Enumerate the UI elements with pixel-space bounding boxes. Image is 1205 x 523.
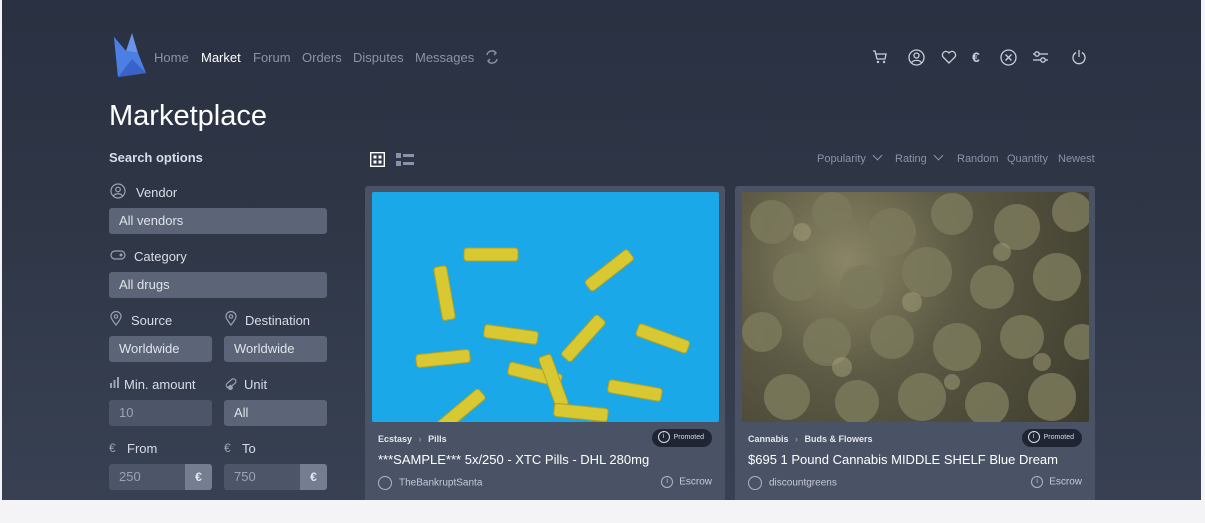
user-icon — [748, 476, 762, 490]
heart-icon[interactable] — [941, 50, 957, 65]
listing-category[interactable]: Cannabis — [748, 434, 789, 444]
promoted-badge: i Promoted — [1021, 429, 1082, 447]
sort-rating-label: Rating — [895, 153, 927, 165]
payment-method: Escrow — [1049, 476, 1082, 488]
bar-chart-icon — [110, 377, 119, 388]
listing-category[interactable]: Ecstasy — [378, 434, 412, 444]
info-icon: i — [1031, 476, 1044, 488]
page-title: Marketplace — [109, 100, 267, 132]
price-from-input[interactable]: 250 € — [109, 464, 212, 490]
to-label: To — [242, 441, 256, 456]
user-icon[interactable] — [908, 49, 925, 66]
payment-method: Escrow — [679, 476, 712, 488]
listing-breadcrumb: Ecstasy › Pills — [378, 434, 447, 444]
vendor-name: discountgreens — [769, 477, 837, 489]
sort-popularity[interactable]: Popularity — [817, 150, 883, 165]
listing-vendor[interactable]: TheBankruptSanta — [378, 476, 482, 490]
settings-icon[interactable] — [1032, 49, 1049, 65]
listing-payment: i Escrow — [1031, 476, 1082, 488]
euro-icon: € — [224, 441, 231, 455]
sort-popularity-label: Popularity — [817, 153, 866, 165]
refresh-icon[interactable] — [484, 49, 500, 65]
power-icon[interactable] — [1071, 49, 1087, 65]
vendor-label: Vendor — [136, 185, 178, 200]
chevron-right-icon: › — [795, 434, 799, 444]
price-from-placeholder: 250 — [119, 469, 141, 484]
listing-image[interactable] — [742, 192, 1089, 422]
pills-illustration — [415, 247, 691, 422]
search-options-heading: Search options — [109, 150, 203, 165]
nav-orders[interactable]: Orders — [302, 50, 342, 65]
nav-home[interactable]: Home — [154, 50, 189, 65]
currency-addon: € — [300, 464, 327, 490]
location-pin-icon — [225, 311, 237, 326]
bitcoin-icon[interactable] — [1000, 49, 1017, 66]
from-label: From — [127, 441, 158, 456]
promoted-label: Promoted — [1043, 434, 1074, 441]
sort-quantity[interactable]: Quantity — [1007, 153, 1048, 165]
nav-market[interactable]: Market — [201, 50, 241, 65]
page-frame: Home Market Forum Orders Disputes Messag… — [2, 0, 1201, 500]
destination-select[interactable]: Worldwide — [224, 336, 327, 362]
user-icon — [378, 476, 392, 490]
listing-title[interactable]: $695 1 Pound Cannabis MIDDLE SHELF Blue … — [748, 452, 1058, 467]
category-label: Category — [134, 249, 187, 264]
tag-icon — [110, 250, 126, 260]
cart-icon[interactable] — [872, 49, 888, 65]
currency-addon: € — [185, 464, 212, 490]
listing-card[interactable]: Ecstasy › Pills i Promoted ***SAMPLE*** 5… — [365, 186, 725, 500]
user-icon — [110, 183, 126, 199]
grid-view-icon[interactable] — [370, 152, 385, 167]
vendor-select[interactable]: All vendors — [109, 208, 327, 234]
euro-icon[interactable]: € — [972, 49, 980, 65]
listing-title[interactable]: ***SAMPLE*** 5x/250 - XTC Pills - DHL 28… — [378, 452, 649, 467]
vendor-name: TheBankruptSanta — [399, 477, 483, 489]
promoted-badge: i Promoted — [651, 429, 712, 447]
sort-rating[interactable]: Rating — [895, 150, 944, 165]
listing-vendor[interactable]: discountgreens — [748, 476, 837, 490]
nav-disputes[interactable]: Disputes — [353, 50, 404, 65]
min-amount-label: Min. amount — [124, 377, 196, 392]
cannabis-illustration — [742, 192, 1089, 422]
listing-breadcrumb: Cannabis › Buds & Flowers — [748, 434, 873, 444]
euro-icon: € — [109, 441, 116, 455]
nav-messages[interactable]: Messages — [415, 50, 474, 65]
chevron-down-icon — [933, 150, 944, 161]
listing-subcategory[interactable]: Buds & Flowers — [805, 434, 873, 444]
list-view-icon[interactable] — [396, 153, 414, 167]
listing-payment: i Escrow — [661, 476, 712, 488]
chevron-down-icon — [872, 150, 883, 161]
sort-random[interactable]: Random — [957, 153, 999, 165]
price-to-placeholder: 750 — [234, 469, 256, 484]
chevron-right-icon: › — [418, 434, 422, 444]
promoted-label: Promoted — [673, 434, 704, 441]
price-to-input[interactable]: 750 € — [224, 464, 327, 490]
listing-card[interactable]: Cannabis › Buds & Flowers i Promoted $695… — [735, 186, 1095, 500]
info-icon: i — [1027, 431, 1040, 444]
source-label: Source — [131, 313, 173, 328]
category-select[interactable]: All drugs — [109, 272, 327, 298]
unit-select[interactable]: All — [224, 400, 327, 426]
unit-label: Unit — [244, 377, 268, 392]
listing-image[interactable] — [372, 192, 719, 422]
logo-icon[interactable] — [110, 33, 146, 77]
info-icon: i — [661, 476, 674, 488]
location-pin-icon — [110, 311, 122, 326]
info-icon: i — [657, 431, 670, 444]
sort-newest[interactable]: Newest — [1058, 153, 1095, 165]
listing-subcategory[interactable]: Pills — [428, 434, 447, 444]
destination-label: Destination — [245, 313, 311, 328]
nav-forum[interactable]: Forum — [253, 50, 291, 65]
source-select[interactable]: Worldwide — [109, 336, 212, 362]
pill-icon — [225, 378, 237, 391]
min-amount-input[interactable]: 10 — [109, 400, 212, 426]
